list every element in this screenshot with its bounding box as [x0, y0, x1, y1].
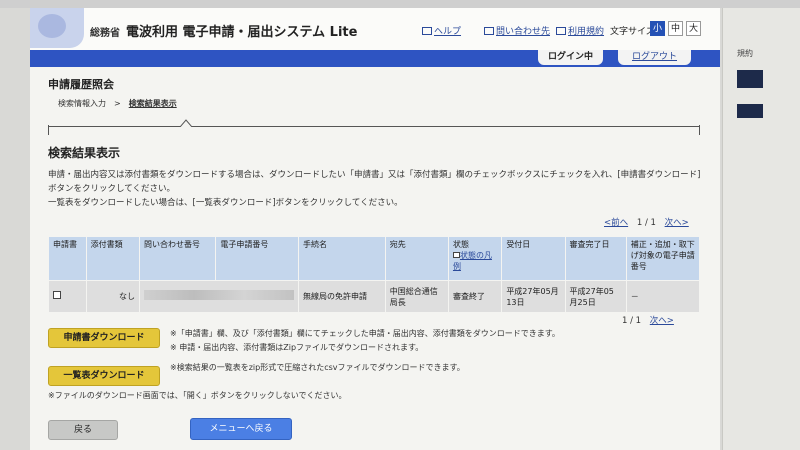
results-table: 申請書 添付書類 問い合わせ番号 電子申請番号 手続名 宛先 状態状態の凡例 受…	[48, 236, 701, 313]
breadcrumb: 検索情報入力 > 検索結果表示	[58, 98, 177, 109]
login-bar: ログイン中 ログアウト	[30, 50, 720, 67]
login-status: ログイン中	[538, 50, 604, 65]
site-header: 総務省 電波利用 電子申請・届出システム Lite ヘルプ 問い合わせ先 利用規…	[30, 8, 720, 50]
instruction-text: ボタンをクリックしてください。	[48, 184, 175, 194]
cell-destination: 中国総合通信局長	[384, 280, 449, 313]
list-download-note: ※検索結果の一覧表をzip形式で圧縮されたcsvファイルでダウンロードできます。	[170, 363, 465, 372]
cell-state: 審査終了	[447, 280, 503, 313]
breadcrumb-separator: >	[114, 99, 121, 108]
application-download-button[interactable]: 申請書ダウンロード	[48, 328, 160, 348]
list-download-button[interactable]: 一覧表ダウンロード	[48, 366, 160, 386]
open-warning-note: ※ファイルのダウンロード画面では、「開く」ボタンをクリックしないでください。	[48, 391, 347, 400]
pager-top: <前へ 1 / 1 次へ>	[604, 216, 689, 228]
pager-bottom: 1 / 1 次へ>	[622, 314, 674, 326]
font-size-large-button[interactable]: 大	[686, 21, 701, 36]
breadcrumb-step-search: 検索情報入力	[58, 99, 106, 108]
menu-return-button[interactable]: メニューへ戻る	[190, 418, 292, 440]
instruction-text: 申請・届出内容又は添付書類をダウンロードする場合は、ダウンロードしたい「申請書」…	[48, 170, 701, 180]
terms-link-label: 利用規約	[568, 27, 605, 37]
cell-completed: 平成27年05月25日	[564, 280, 627, 313]
application-checkbox[interactable]	[53, 291, 61, 299]
state-header-label: 状態	[452, 240, 469, 249]
pager-prev-link[interactable]: <前へ	[604, 218, 628, 228]
step-line-tick	[699, 125, 700, 135]
col-header-completed: 審査完了日	[564, 236, 627, 281]
right-side-strip: 規約	[722, 8, 800, 450]
download-note: ※「申請書」欄、及び「添付書類」欄にてチェックした申請・届出内容、添付書類をダウ…	[170, 329, 560, 338]
col-header-inquiry-no: 問い合わせ番号	[138, 236, 217, 281]
font-size-small-button[interactable]: 小	[650, 21, 665, 36]
cell-attachment: なし	[85, 280, 140, 313]
terms-link[interactable]: 利用規約	[556, 24, 604, 37]
mascot-shape	[38, 14, 66, 38]
contact-link[interactable]: 問い合わせ先	[484, 24, 550, 37]
cell-application	[48, 280, 87, 313]
col-header-received: 受付日	[501, 236, 566, 281]
table-header-row: 申請書 添付書類 問い合わせ番号 電子申請番号 手続名 宛先 状態状態の凡例 受…	[48, 236, 701, 281]
contact-icon	[484, 27, 494, 35]
col-header-amend: 補正・追加・取下げ対象の電子申請番号	[625, 236, 701, 281]
help-link-label: ヘルプ	[434, 27, 462, 37]
browser-address-bar	[0, 0, 800, 8]
col-header-procedure: 手続名	[297, 236, 386, 281]
right-dark-block	[737, 104, 763, 118]
mascot-logo	[30, 8, 84, 48]
terms-icon	[556, 27, 566, 35]
section-title: 申請履歴照会	[48, 78, 114, 91]
help-link[interactable]: ヘルプ	[422, 24, 461, 37]
right-fragment-text: 規約	[737, 49, 753, 58]
pager-page: 1 / 1	[622, 316, 642, 326]
contact-link-label: 問い合わせ先	[496, 27, 551, 37]
page-content: 総務省 電波利用 電子申請・届出システム Lite ヘルプ 問い合わせ先 利用規…	[30, 8, 720, 450]
col-header-attachment: 添付書類	[85, 236, 140, 281]
cell-amend: －	[625, 280, 701, 313]
logout-link[interactable]: ログアウト	[618, 50, 692, 65]
breadcrumb-step-results: 検索結果表示	[128, 99, 177, 108]
step-pointer-icon	[180, 119, 192, 127]
instruction-text: 一覧表をダウンロードしたい場合は、[一覧表ダウンロード]ボタンをクリックしてくだ…	[48, 198, 403, 208]
col-header-destination: 宛先	[384, 236, 449, 281]
download-note: ※ 申請・届出内容、添付書類はZipファイルでダウンロードされます。	[170, 343, 424, 352]
step-indicator-line	[48, 119, 700, 135]
col-header-state: 状態 状態の凡例	[447, 236, 503, 281]
help-icon	[422, 27, 432, 35]
col-header-e-app-no: 電子申請番号	[215, 236, 299, 281]
right-dark-block	[737, 70, 763, 88]
col-header-application: 申請書	[48, 236, 87, 281]
cell-inquiry-no	[138, 280, 299, 313]
pager-page: 1 / 1	[636, 218, 656, 228]
table-row: なし 無線局の免許申請 中国総合通信局長 審査終了 平成27年05月13日 平成…	[48, 280, 701, 313]
system-title: 電波利用 電子申請・届出システム Lite	[126, 25, 358, 40]
pager-next-link[interactable]: 次へ>	[665, 218, 689, 228]
state-legend-link[interactable]: 状態の凡例	[452, 251, 492, 271]
cell-received: 平成27年05月13日	[501, 280, 566, 313]
font-size-medium-button[interactable]: 中	[668, 21, 683, 36]
step-line-tick	[48, 125, 49, 135]
results-heading: 検索結果表示	[48, 146, 121, 160]
cell-procedure: 無線局の免許申請	[297, 280, 386, 313]
ministry-label: 総務省	[90, 28, 120, 39]
pager-next-link[interactable]: 次へ>	[650, 316, 674, 326]
back-button[interactable]: 戻る	[48, 420, 118, 440]
legend-icon	[452, 252, 460, 258]
redacted-number	[143, 290, 294, 300]
